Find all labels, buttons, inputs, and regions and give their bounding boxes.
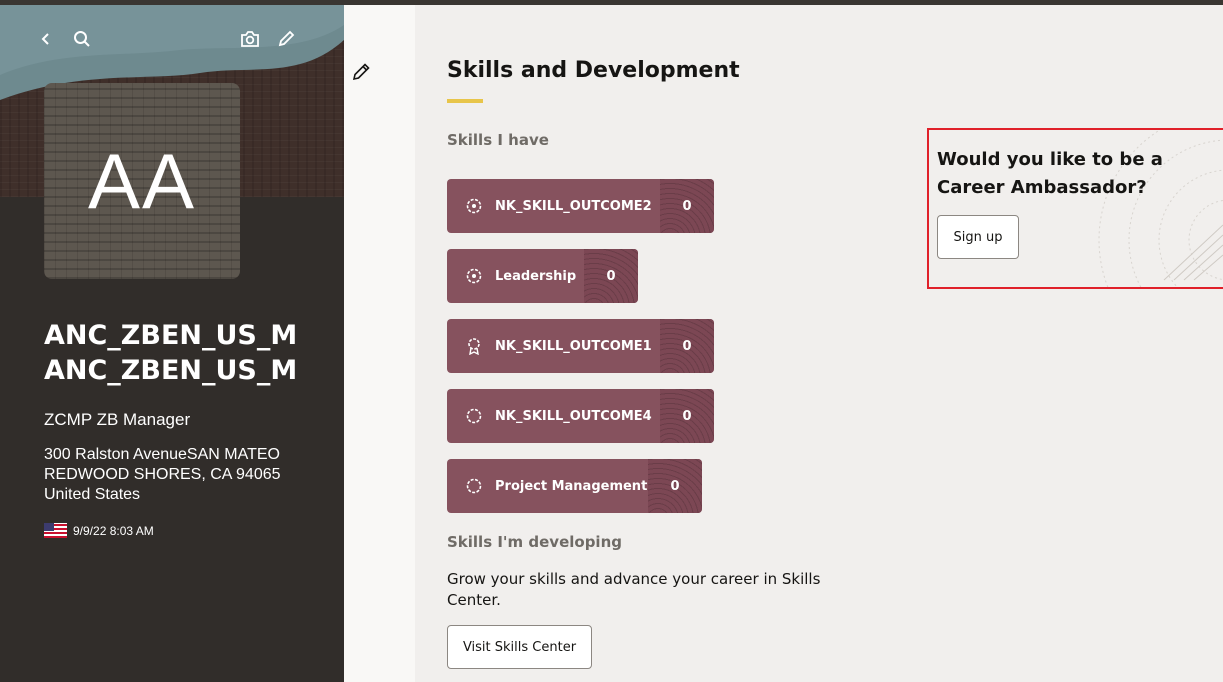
- skill-badge-icon: [465, 197, 483, 215]
- person-job-title: ZCMP ZB Manager: [44, 410, 191, 429]
- person-address: 300 Ralston AvenueSAN MATEO REDWOOD SHOR…: [44, 445, 324, 505]
- avatar: AA: [44, 83, 240, 279]
- skill-name: Project Management: [495, 478, 648, 494]
- skill-count: 0: [682, 338, 692, 354]
- avatar-initials: AA: [87, 136, 197, 225]
- chevron-left-icon[interactable]: [34, 27, 58, 51]
- address-line2: REDWOOD SHORES, CA 94065: [44, 466, 281, 483]
- visit-skills-center-button[interactable]: Visit Skills Center: [447, 625, 592, 669]
- sign-up-button[interactable]: Sign up: [937, 215, 1019, 259]
- skill-count-area: 0: [660, 319, 714, 373]
- skill-chip[interactable]: NK_SKILL_OUTCOME2 0: [447, 179, 714, 233]
- skill-count-area: 0: [584, 249, 638, 303]
- person-name-line1: ANC_ZBEN_US_MA: [44, 320, 296, 351]
- section-title: Skills and Development: [447, 58, 740, 83]
- skill-badge-icon: [465, 407, 483, 425]
- skills-heading: Skills I have: [447, 131, 549, 149]
- skill-chip[interactable]: Leadership 0: [447, 249, 638, 303]
- skill-name: Leadership: [495, 268, 577, 284]
- edit-pencil-icon[interactable]: [349, 60, 373, 84]
- skill-count-area: 0: [660, 179, 714, 233]
- skill-name: NK_SKILL_OUTCOME1: [495, 338, 652, 354]
- skill-count: 0: [682, 408, 692, 424]
- skill-chip[interactable]: NK_SKILL_OUTCOME1 0: [447, 319, 714, 373]
- us-flag-icon: [44, 523, 67, 538]
- camera-icon[interactable]: [238, 27, 262, 51]
- ambassador-question: Would you like to be a Career Ambassador…: [937, 149, 1163, 198]
- skill-count-area: 0: [648, 459, 702, 513]
- pencil-icon[interactable]: [274, 27, 298, 51]
- developing-heading: Skills I'm developing: [447, 533, 622, 551]
- search-icon[interactable]: [70, 27, 94, 51]
- skill-chip[interactable]: Project Management 0: [447, 459, 702, 513]
- local-time-text: 9/9/22 8:03 AM: [73, 523, 154, 538]
- person-name: ANC_ZBEN_US_MA ANC_ZBEN_US_MA: [44, 318, 296, 388]
- skill-count: 0: [682, 198, 692, 214]
- skill-name: NK_SKILL_OUTCOME2: [495, 198, 652, 214]
- address-line1: 300 Ralston AvenueSAN MATEO: [44, 446, 280, 463]
- skill-count: 0: [670, 478, 680, 494]
- career-ambassador-card: Would you like to be a Career Ambassador…: [927, 128, 1223, 289]
- person-name-line2: ANC_ZBEN_US_MA: [44, 355, 296, 386]
- skill-count-area: 0: [660, 389, 714, 443]
- skill-chip[interactable]: NK_SKILL_OUTCOME4 0: [447, 389, 714, 443]
- skill-name: NK_SKILL_OUTCOME4: [495, 408, 652, 424]
- address-line3: United States: [44, 486, 141, 503]
- skill-count: 0: [606, 268, 616, 284]
- skill-award-icon: [465, 337, 483, 355]
- title-underline: [447, 99, 483, 103]
- profile-panel: AA ANC_ZBEN_US_MA ANC_ZBEN_US_MA ZCMP ZB…: [0, 5, 344, 682]
- skill-badge-icon: [465, 477, 483, 495]
- developing-description: Grow your skills and advance your career…: [447, 570, 821, 609]
- content-gutter: [344, 5, 415, 682]
- skill-badge-icon: [465, 267, 483, 285]
- local-time: 9/9/22 8:03 AM: [44, 523, 154, 538]
